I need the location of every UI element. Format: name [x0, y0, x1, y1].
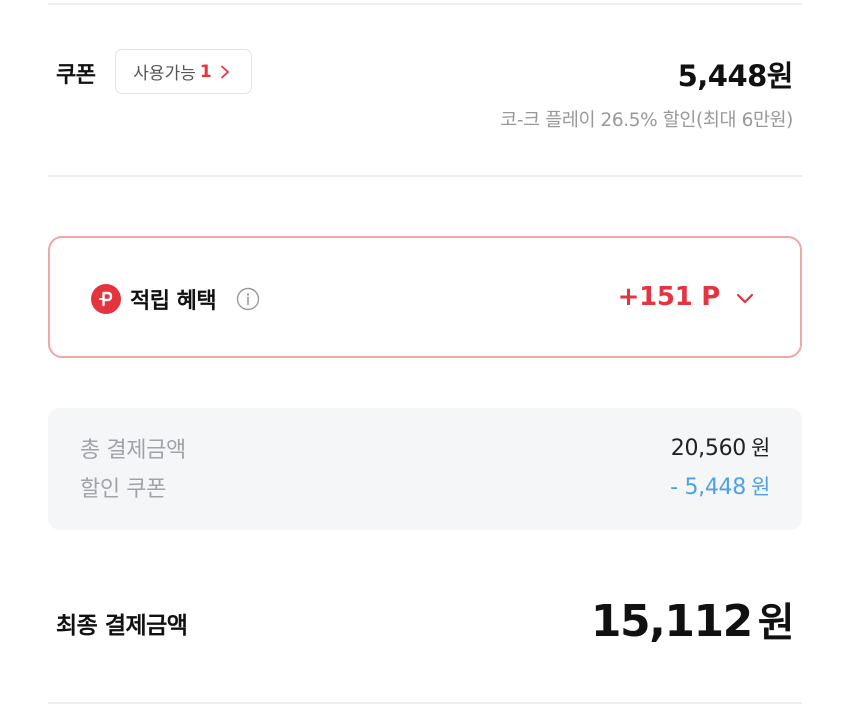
reward-card[interactable]: 적립 혜택 +151 P	[48, 236, 802, 358]
coupon-available-count: 1	[199, 61, 212, 82]
chevron-right-icon	[220, 65, 229, 78]
discount-coupon-unit: 원	[750, 475, 770, 499]
payment-summary-box: 총 결제금액 20,560 원 할인 쿠폰 - 5,448 원	[48, 408, 802, 530]
coupon-label: 쿠폰	[56, 63, 96, 88]
total-amount-label: 총 결제금액	[80, 438, 186, 463]
total-amount-number: 20,560	[670, 436, 746, 461]
coupon-discount-amount: 5,448원	[677, 59, 794, 93]
final-amount-unit: 원	[757, 600, 795, 646]
top-divider	[48, 3, 802, 5]
discount-coupon-label: 할인 쿠폰	[80, 477, 166, 502]
point-badge-icon	[91, 284, 121, 314]
bottom-divider	[48, 702, 802, 704]
discount-coupon-value: - 5,448 원	[670, 471, 770, 501]
reward-label: 적립 혜택	[130, 289, 217, 314]
reward-points-amount: +151 P	[617, 282, 721, 312]
info-icon[interactable]	[236, 287, 260, 311]
coupon-available-label: 사용가능	[133, 64, 196, 84]
coupon-select-button[interactable]: 사용가능 1	[115, 49, 252, 94]
section-divider	[48, 175, 802, 177]
final-amount-value: 15,112 원	[590, 590, 795, 648]
discount-coupon-number: - 5,448	[670, 475, 746, 500]
coupon-description: 코-크 플레이 26.5% 할인(최대 6만원)	[500, 110, 793, 131]
total-amount-unit: 원	[750, 436, 770, 460]
chevron-down-icon[interactable]	[734, 290, 756, 308]
final-amount-number: 15,112	[590, 596, 753, 647]
total-amount-value: 20,560 원	[670, 432, 771, 462]
final-amount-label: 최종 결제금액	[56, 613, 188, 639]
